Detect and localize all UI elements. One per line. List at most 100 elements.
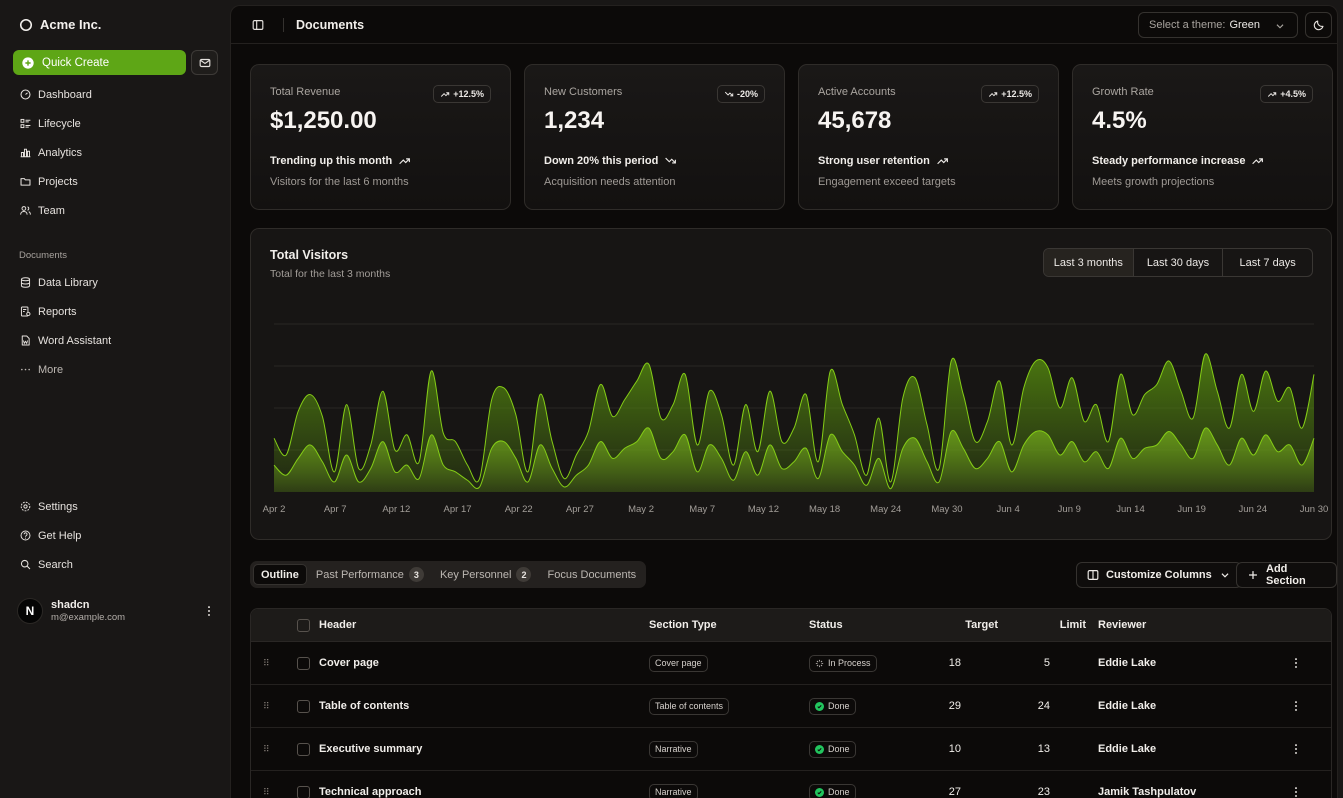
stat-trend-text: Down 20% this period bbox=[544, 154, 659, 167]
sidebar-item-projects[interactable]: Projects bbox=[13, 167, 218, 196]
sidebar-item-lifecycle[interactable]: Lifecycle bbox=[13, 109, 218, 138]
row-reviewer[interactable]: Eddie Lake bbox=[1098, 642, 1156, 684]
row-checkbox[interactable] bbox=[297, 728, 310, 770]
row-actions-button[interactable] bbox=[1289, 771, 1303, 798]
x-tick-label: Jun 30 bbox=[1300, 504, 1329, 515]
sidebar-item-more[interactable]: More bbox=[13, 355, 218, 384]
sidebar-item-get-help[interactable]: Get Help bbox=[13, 521, 218, 550]
sidebar-item-label: Analytics bbox=[38, 146, 83, 159]
inbox-button[interactable] bbox=[191, 50, 218, 75]
col-reviewer[interactable]: Reviewer bbox=[1098, 609, 1146, 641]
status-text: Done bbox=[828, 701, 850, 711]
main-content: Documents Select a theme: Green Total Re… bbox=[230, 5, 1338, 798]
customize-columns-button[interactable]: Customize Columns bbox=[1076, 562, 1242, 588]
brand[interactable]: Acme Inc. bbox=[19, 17, 101, 32]
sidebar-item-settings[interactable]: Settings bbox=[13, 492, 218, 521]
trending-up-icon bbox=[1252, 158, 1264, 165]
row-header[interactable]: Executive summary bbox=[319, 728, 422, 770]
add-section-label: Add Section bbox=[1266, 563, 1306, 587]
row-target[interactable]: 18 bbox=[941, 642, 961, 684]
sidebar-item-analytics[interactable]: Analytics bbox=[13, 138, 218, 167]
sidebar-item-word-assistant[interactable]: Word Assistant bbox=[13, 326, 218, 355]
add-section-button[interactable]: Add Section bbox=[1236, 562, 1337, 588]
x-tick-label: Jun 24 bbox=[1239, 504, 1268, 515]
row-target[interactable]: 10 bbox=[941, 728, 961, 770]
dark-mode-toggle[interactable] bbox=[1305, 12, 1332, 38]
quick-create-button[interactable]: Quick Create bbox=[13, 50, 186, 75]
stat-trend-text: Steady performance increase bbox=[1092, 154, 1246, 167]
drag-handle[interactable]: ⠿ bbox=[263, 685, 270, 727]
chart-bar-icon bbox=[19, 146, 32, 159]
stat-card-total-revenue: Total Revenue $1,250.00 +12.5% Trending … bbox=[250, 64, 511, 210]
settings-icon bbox=[19, 500, 32, 513]
circle-logo-icon bbox=[19, 18, 33, 32]
trending-up-icon bbox=[441, 92, 450, 97]
x-tick-label: Apr 27 bbox=[566, 504, 594, 515]
row-actions-button[interactable] bbox=[1289, 642, 1303, 684]
x-tick-label: May 2 bbox=[628, 504, 654, 515]
search-icon bbox=[19, 558, 32, 571]
stat-label: Growth Rate bbox=[1092, 86, 1154, 98]
sidebar-item-dashboard[interactable]: Dashboard bbox=[13, 80, 218, 109]
row-actions-button[interactable] bbox=[1289, 685, 1303, 727]
sidebar-item-label: More bbox=[38, 363, 64, 376]
row-limit[interactable]: 5 bbox=[1030, 642, 1050, 684]
sidebar-item-team[interactable]: Team bbox=[13, 196, 218, 225]
tab-past-performance[interactable]: Past Performance 3 bbox=[309, 564, 431, 585]
user-menu-button[interactable] bbox=[201, 603, 217, 619]
row-reviewer[interactable]: Eddie Lake bbox=[1098, 685, 1156, 727]
row-limit[interactable]: 24 bbox=[1030, 685, 1050, 727]
row-header[interactable]: Technical approach bbox=[319, 771, 422, 798]
dots-vertical-icon bbox=[202, 604, 216, 618]
row-limit[interactable]: 23 bbox=[1030, 771, 1050, 798]
stat-label: Active Accounts bbox=[818, 86, 896, 98]
row-target[interactable]: 29 bbox=[941, 685, 961, 727]
drag-handle[interactable]: ⠿ bbox=[263, 642, 270, 684]
avatar: N bbox=[17, 598, 43, 624]
tab-key-personnel[interactable]: Key Personnel 2 bbox=[433, 564, 539, 585]
row-reviewer[interactable]: Eddie Lake bbox=[1098, 728, 1156, 770]
drag-handle[interactable]: ⠿ bbox=[263, 728, 270, 770]
sidebar-item-search[interactable]: Search bbox=[13, 550, 218, 579]
table-body: ⠿ Cover page Cover page In Process 18 5 Eddie … bbox=[251, 642, 1331, 798]
moon-icon bbox=[1312, 18, 1326, 32]
col-target[interactable]: Target bbox=[951, 609, 998, 641]
user-menu[interactable]: N shadcn m@example.com bbox=[17, 598, 217, 624]
col-limit[interactable]: Limit bbox=[1041, 609, 1086, 641]
row-header[interactable]: Table of contents bbox=[319, 685, 409, 727]
sidebar-toggle-button[interactable] bbox=[251, 18, 265, 35]
documents-nav: Documents Data Library Reports Word Assi… bbox=[13, 246, 218, 384]
section-type-badge: Table of contents bbox=[649, 697, 730, 715]
row-checkbox[interactable] bbox=[297, 771, 310, 798]
grip-vertical-icon: ⠿ bbox=[263, 700, 270, 711]
col-header[interactable]: Header bbox=[319, 609, 356, 641]
x-tick-label: May 12 bbox=[748, 504, 779, 515]
table-row: ⠿ Executive summary Narrative Done 10 13 Eddie… bbox=[251, 728, 1331, 771]
col-status[interactable]: Status bbox=[809, 609, 843, 641]
select-all-checkbox[interactable] bbox=[297, 609, 310, 641]
sidebar-item-data-library[interactable]: Data Library bbox=[13, 268, 218, 297]
row-checkbox[interactable] bbox=[297, 685, 310, 727]
tab-focus-documents[interactable]: Focus Documents bbox=[540, 564, 643, 585]
x-tick-label: May 30 bbox=[931, 504, 962, 515]
header: Documents Select a theme: Green bbox=[231, 6, 1337, 44]
sidebar-item-reports[interactable]: Reports bbox=[13, 297, 218, 326]
tab-outline[interactable]: Outline bbox=[253, 564, 307, 585]
row-target[interactable]: 27 bbox=[941, 771, 961, 798]
row-limit[interactable]: 13 bbox=[1030, 728, 1050, 770]
table-row: ⠿ Cover page Cover page In Process 18 5 Eddie … bbox=[251, 642, 1331, 685]
row-header[interactable]: Cover page bbox=[319, 642, 379, 684]
row-reviewer[interactable]: Jamik Tashpulatov bbox=[1098, 771, 1196, 798]
stat-value: $1,250.00 bbox=[270, 107, 377, 134]
section-type-badge: Narrative bbox=[649, 783, 698, 798]
col-section-type[interactable]: Section Type bbox=[649, 609, 717, 641]
theme-select[interactable]: Select a theme: Green bbox=[1138, 12, 1298, 38]
plus-icon bbox=[1246, 568, 1260, 582]
check-circle-icon bbox=[815, 744, 824, 754]
row-checkbox[interactable] bbox=[297, 642, 310, 684]
row-section-type: Narrative bbox=[649, 771, 698, 798]
visitors-area-chart[interactable]: Apr 2 Apr 7 Apr 12 Apr 17 Apr 22 Apr 27 May 2 M… bbox=[251, 229, 1333, 541]
row-section-type: Narrative bbox=[649, 728, 698, 770]
drag-handle[interactable]: ⠿ bbox=[263, 771, 270, 798]
row-actions-button[interactable] bbox=[1289, 728, 1303, 770]
